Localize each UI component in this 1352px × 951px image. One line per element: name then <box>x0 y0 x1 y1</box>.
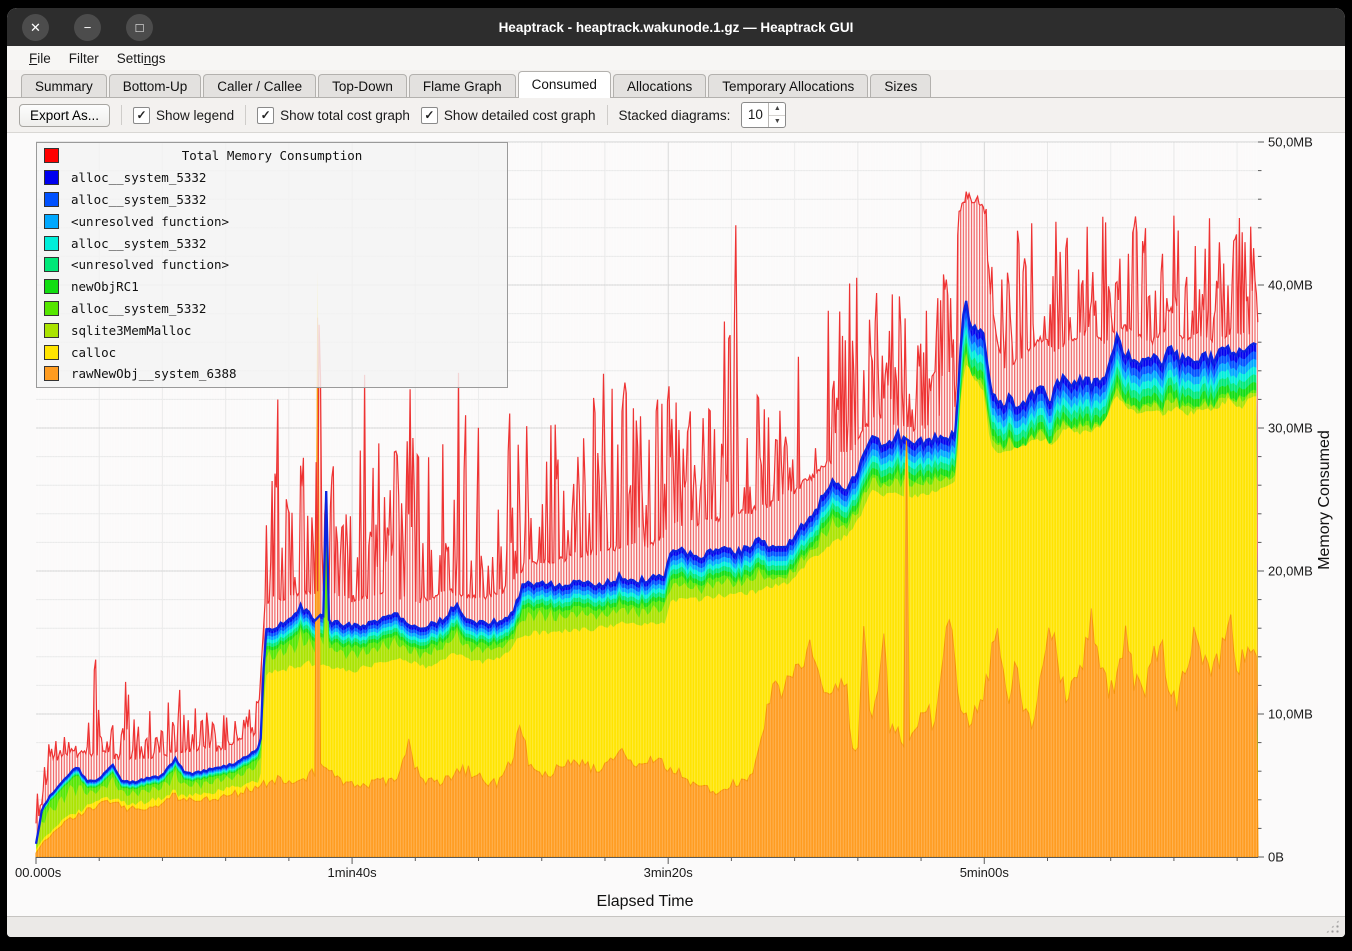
legend-label: alloc__system_5332 <box>71 170 206 185</box>
x-tick-label: 00.000s <box>15 865 62 880</box>
checkbox-show-detailed-cost-graph[interactable]: ✓ Show detailed cost graph <box>421 107 596 124</box>
spinbox-down-icon[interactable]: ▼ <box>769 116 785 128</box>
menu-settings[interactable]: Settings <box>108 49 175 68</box>
legend-swatch <box>44 345 59 360</box>
legend-swatch <box>44 301 59 316</box>
checkmark-icon: ✓ <box>421 107 438 124</box>
legend-label: alloc__system_5332 <box>71 236 206 251</box>
toolbar-checkboxes: ✓ Show legend ✓ Show total cost graph ✓ Show … <box>133 105 596 125</box>
stacked-diagrams-spinbox[interactable]: 10 ▲ ▼ <box>741 102 786 128</box>
window-controls: ✕ − □ <box>22 14 153 41</box>
status-bar <box>7 916 1345 937</box>
legend-swatch <box>44 214 59 229</box>
minimize-icon: − <box>84 21 92 34</box>
legend-swatch <box>44 236 59 251</box>
stacked-diagrams-label: Stacked diagrams: <box>619 108 731 123</box>
legend-label: newObjRC1 <box>71 279 139 294</box>
checkmark-icon: ✓ <box>133 107 150 124</box>
minimize-button[interactable]: − <box>74 14 101 41</box>
toolbar-separator <box>607 105 608 125</box>
menu-file[interactable]: File <box>20 49 60 68</box>
toolbar-separator <box>245 105 246 125</box>
legend-item: <unresolved function> <box>37 254 507 276</box>
y-tick-label: 40,0MB <box>1268 278 1313 293</box>
y-tick-label: 20,0MB <box>1268 564 1313 579</box>
y-axis-title: Memory Consumed <box>1316 430 1333 570</box>
legend-swatch <box>44 323 59 338</box>
maximize-button[interactable]: □ <box>126 14 153 41</box>
legend-item: newObjRC1 <box>37 276 507 298</box>
tab-summary[interactable]: Summary <box>21 74 107 98</box>
chart-legend: Total Memory Consumption alloc__system_53… <box>36 142 508 388</box>
tab-consumed[interactable]: Consumed <box>518 71 611 98</box>
titlebar[interactable]: ✕ − □ Heaptrack - heaptrack.wakunode.1.gz … <box>7 8 1345 46</box>
y-tick-label: 50,0MB <box>1268 135 1313 150</box>
legend-item: alloc__system_5332 <box>37 298 507 320</box>
checkbox-label: Show total cost graph <box>280 108 410 123</box>
checkbox-label: Show detailed cost graph <box>444 108 596 123</box>
checkbox-label: Show legend <box>156 108 234 123</box>
x-tick-label: 3min20s <box>644 865 694 880</box>
close-button[interactable]: ✕ <box>22 14 49 41</box>
close-icon: ✕ <box>30 21 41 34</box>
menu-filter[interactable]: Filter <box>60 49 108 68</box>
legend-swatch <box>44 366 59 381</box>
chart-panel: 00.000s 1min40s 3min20s 5min00s 0B 10,0MB 20,0… <box>7 133 1345 916</box>
y-tick-label: 10,0MB <box>1268 707 1313 722</box>
tab-allocations[interactable]: Allocations <box>613 74 706 98</box>
legend-label: sqlite3MemMalloc <box>71 323 191 338</box>
legend-title-row: Total Memory Consumption <box>37 145 507 167</box>
resize-grip-icon[interactable] <box>1325 919 1340 934</box>
tab-temporary-allocations[interactable]: Temporary Allocations <box>708 74 868 98</box>
legend-swatch <box>44 257 59 272</box>
export-as-button[interactable]: Export As... <box>19 104 110 127</box>
tab-top-down[interactable]: Top-Down <box>318 74 407 98</box>
legend-item: <unresolved function> <box>37 210 507 232</box>
legend-label: rawNewObj__system_6388 <box>71 366 237 381</box>
legend-title: Total Memory Consumption <box>71 148 473 163</box>
legend-label: alloc__system_5332 <box>71 301 206 316</box>
tab-bar: SummaryBottom-UpCaller / CalleeTop-DownF… <box>7 70 1345 98</box>
spinbox-arrows: ▲ ▼ <box>768 103 785 127</box>
legend-item: calloc <box>37 341 507 363</box>
legend-label: alloc__system_5332 <box>71 192 206 207</box>
spinbox-up-icon[interactable]: ▲ <box>769 103 785 116</box>
legend-item: alloc__system_5332 <box>37 167 507 189</box>
legend-item: sqlite3MemMalloc <box>37 319 507 341</box>
y-tick-label: 0B <box>1268 850 1284 865</box>
checkbox-show-total-cost-graph[interactable]: ✓ Show total cost graph <box>257 107 410 124</box>
x-tick-label: 5min00s <box>960 865 1010 880</box>
menubar: FileFilterSettings <box>7 46 1345 70</box>
checkmark-icon: ✓ <box>257 107 274 124</box>
tab-sizes[interactable]: Sizes <box>870 74 931 98</box>
window-title: Heaptrack - heaptrack.wakunode.1.gz — He… <box>7 20 1345 35</box>
legend-swatch-total <box>44 148 59 163</box>
legend-swatch <box>44 279 59 294</box>
legend-item: alloc__system_5332 <box>37 232 507 254</box>
tab-caller-callee[interactable]: Caller / Callee <box>203 74 316 98</box>
app-window: ✕ − □ Heaptrack - heaptrack.wakunode.1.gz … <box>7 8 1345 937</box>
tab-flame-graph[interactable]: Flame Graph <box>409 74 516 98</box>
tab-bottom-up[interactable]: Bottom-Up <box>109 74 202 98</box>
y-tick-label: 30,0MB <box>1268 421 1313 436</box>
x-tick-label: 1min40s <box>328 865 378 880</box>
legend-swatch <box>44 170 59 185</box>
spinbox-value: 10 <box>742 103 768 127</box>
toolbar-separator <box>121 105 122 125</box>
legend-item: rawNewObj__system_6388 <box>37 363 507 385</box>
legend-swatch <box>44 192 59 207</box>
checkbox-show-legend[interactable]: ✓ Show legend <box>133 107 234 124</box>
legend-item: alloc__system_5332 <box>37 189 507 211</box>
legend-label: <unresolved function> <box>71 257 229 272</box>
maximize-icon: □ <box>136 21 144 34</box>
toolbar: Export As... ✓ Show legend ✓ Show total cos… <box>7 98 1345 133</box>
legend-label: <unresolved function> <box>71 214 229 229</box>
legend-label: calloc <box>71 345 116 360</box>
x-axis-title: Elapsed Time <box>597 893 694 910</box>
